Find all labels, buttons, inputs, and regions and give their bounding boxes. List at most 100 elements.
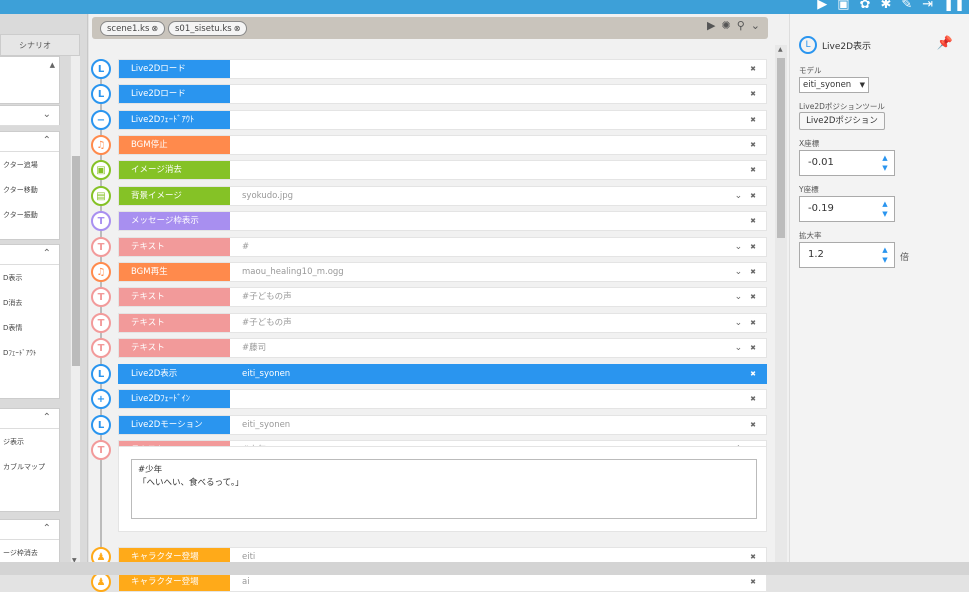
chevron-down-icon[interactable]: ⌄ [735,187,743,205]
command-type-icon: L [91,59,111,79]
left-panel-item[interactable]: ジ表示 [0,433,59,458]
row-controls: ⌄ ✖ [735,238,756,256]
command-row[interactable]: Live2Dロード ✖ [118,59,767,79]
stepper-arrows-icon[interactable]: ▲ ▼ [878,199,892,220]
y-input[interactable]: -0.19 ▲ ▼ [799,196,895,222]
left-panel-item[interactable]: クター追場 [0,156,59,181]
command-row[interactable]: イメージ消去 ✖ [118,160,767,180]
command-row[interactable]: Live2Dﾌｪｰﾄﾞｲﾝ ✖ [118,389,767,409]
chevron-up-icon[interactable]: ⌃ [43,412,51,423]
gear-icon[interactable]: ✱ [880,0,891,11]
delete-icon[interactable]: ✖ [750,85,756,103]
delete-icon[interactable]: ✖ [750,161,756,179]
command-label: 背景イメージ [119,187,230,205]
command-row[interactable]: Live2Dモーション eiti_syonen ✖ [118,415,767,435]
command-type-icon: + [91,389,111,409]
delete-icon[interactable]: ✖ [750,111,756,129]
command-row[interactable]: Live2Dロード ✖ [118,84,767,104]
chevron-down-icon[interactable]: ⌄ [735,339,743,357]
command-label: BGM再生 [119,263,230,281]
chevron-up-icon[interactable]: ⌃ [43,248,51,259]
left-panel-item[interactable]: D消去 [0,294,59,319]
scroll-up-arrow-icon[interactable]: ▲ [50,61,55,69]
command-row[interactable]: キャラクター登場 ai ✖ [118,572,767,592]
left-panel-item[interactable]: D表示 [0,269,59,294]
command-row[interactable]: Live2Dﾌｪｰﾄﾞｱｳﾄ ✖ [118,110,767,130]
tab-scenario[interactable]: シナリオ [0,34,80,56]
delete-icon[interactable]: ✖ [750,187,756,205]
stepper-arrows-icon[interactable]: ▲ ▼ [878,245,892,266]
command-row[interactable]: 背景イメージ syokudo.jpg ⌄ ✖ [118,186,767,206]
command-label: Live2D表示 [119,365,230,383]
row-controls: ✖ [750,111,756,129]
delete-icon[interactable]: ✖ [750,416,756,434]
pin-icon[interactable]: 📌 [937,36,953,51]
delete-icon[interactable]: ✖ [750,314,756,332]
scroll-up-arrow-icon[interactable]: ▲ [778,46,783,53]
command-row[interactable]: メッセージ枠表示 ✖ [118,211,767,231]
delete-icon[interactable]: ✖ [750,238,756,256]
file-tab-bar: scene1.ks ⊗ s01_sisetu.ks ⊗ ▶ ✺ ⚲ ⌄ [92,17,768,39]
scale-label: 拡大率 [799,231,822,240]
editor-scrollbar-thumb[interactable] [777,58,785,238]
file-tab[interactable]: s01_sisetu.ks ⊗ [168,21,248,36]
left-panel-item[interactable]: D表情 [0,319,59,344]
model-select[interactable]: eiti_syonen ▼ [799,77,869,93]
command-row[interactable]: BGM停止 ✖ [118,135,767,155]
left-panel-item[interactable]: Dﾌｪｰﾄﾞｱｳﾄ [0,344,59,369]
chevron-up-icon[interactable]: ⌃ [43,135,51,146]
stepper-arrows-icon[interactable]: ▲ ▼ [878,153,892,174]
left-panel-item[interactable]: クター振動 [0,206,59,231]
command-row[interactable]: テキスト #子どもの声 ⌄ ✖ [118,313,767,333]
command-row[interactable]: テキスト # ⌄ ✖ [118,237,767,257]
delete-icon[interactable]: ✖ [750,365,756,383]
left-panel-item[interactable]: カブルマップ [0,458,59,483]
bug-icon[interactable]: ✺ [722,19,731,32]
chevron-down-icon[interactable]: ⌄ [735,238,743,256]
scale-input[interactable]: 1.2 ▲ ▼ [799,242,895,268]
chevron-down-icon[interactable]: ⌄ [735,263,743,281]
delete-icon[interactable]: ✖ [750,263,756,281]
close-icon[interactable]: ⊗ [151,24,158,33]
pause-icon[interactable]: ❚❚ [943,0,965,11]
left-scrollbar[interactable]: ▼ [70,56,80,566]
save-icon[interactable]: ▣ [837,0,849,11]
left-panel: シナリオ ▲ ⌄ ⌃ クター追場 クター移動 クター振動 ⌃ D表示 D消去 D表情 Dﾌ… [0,14,88,575]
command-row[interactable]: Live2D表示 eiti_syonen ✖ [118,364,767,384]
command-value: #子どもの声 [242,292,292,302]
export-icon[interactable]: ⇥ [922,0,933,11]
chevron-down-icon[interactable]: ⌄ [43,109,51,120]
delete-icon[interactable]: ✖ [750,212,756,230]
chevron-down-icon[interactable]: ⌄ [751,19,760,32]
command-row[interactable]: テキスト #子どもの声 ⌄ ✖ [118,287,767,307]
file-tab[interactable]: scene1.ks ⊗ [100,21,166,36]
x-input[interactable]: -0.01 ▲ ▼ [799,150,895,176]
position-tool-button[interactable]: Live2Dポジション [799,112,885,130]
delete-icon[interactable]: ✖ [750,288,756,306]
play-icon[interactable]: ▶ [817,0,827,11]
properties-panel: L Live2D表示 📌 モデル eiti_syonen ▼ Live2Dポジシ… [789,14,969,575]
chevron-down-icon[interactable]: ⌄ [735,314,743,332]
chevron-down-icon[interactable]: ⌄ [735,288,743,306]
search-icon[interactable]: ⚲ [737,19,745,32]
chevron-up-icon[interactable]: ⌃ [43,523,51,534]
editor-scrollbar[interactable]: ▲ ▼ [775,45,787,575]
settings-gear-icon[interactable]: ✿ [860,0,871,11]
delete-icon[interactable]: ✖ [750,60,756,78]
left-panel-item[interactable]: クター移動 [0,181,59,206]
text-editor-textarea[interactable]: #少年 「へいへい、食べるって。」 [131,459,757,519]
command-row[interactable]: BGM再生 maou_healing10_m.ogg ⌄ ✖ [118,262,767,282]
delete-icon[interactable]: ✖ [750,136,756,154]
play-icon[interactable]: ▶ [707,19,715,32]
command-row[interactable]: テキスト #藤司 ⌄ ✖ [118,338,767,358]
left-scrollbar-thumb[interactable] [72,156,80,366]
close-icon[interactable]: ⊗ [234,24,241,33]
wrench-icon[interactable]: ✎ [901,0,912,11]
delete-icon[interactable]: ✖ [750,390,756,408]
delete-icon[interactable]: ✖ [750,573,756,591]
scenario-editor: scene1.ks ⊗ s01_sisetu.ks ⊗ ▶ ✺ ⚲ ⌄ L Live2… [89,14,789,592]
delete-icon[interactable]: ✖ [750,339,756,357]
command-label: テキスト [119,314,230,332]
left-group-1: ▲ [0,56,60,104]
y-label: Y座標 [799,185,819,194]
